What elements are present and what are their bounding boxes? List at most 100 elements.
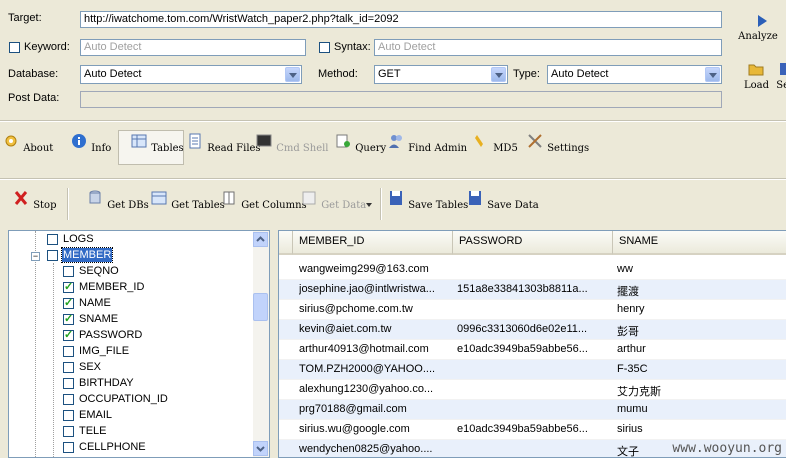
type-select[interactable]: Auto Detect <box>547 65 722 84</box>
tree-item-label: EMAIL <box>79 409 113 421</box>
info-label: Info <box>91 143 112 154</box>
settings-label: Settings <box>547 143 590 154</box>
scroll-up-button[interactable] <box>253 232 268 247</box>
about-button[interactable]: About <box>2 133 53 154</box>
get-tables-label: Get Tables <box>171 200 225 211</box>
table-row[interactable]: alexhung1230@yahoo.co... 艾力克斯 <box>279 380 786 400</box>
tree-item-checkbox[interactable] <box>63 346 74 357</box>
tree-item-checkbox[interactable] <box>63 328 74 342</box>
chevron-down-icon[interactable] <box>491 67 506 82</box>
terminal-icon <box>256 134 272 147</box>
query-button[interactable]: Query <box>334 133 386 154</box>
splitter[interactable] <box>272 230 277 458</box>
tree-item-checkbox[interactable] <box>47 234 58 245</box>
keyword-input[interactable]: Auto Detect <box>80 39 306 56</box>
database-select[interactable]: Auto Detect <box>80 65 302 84</box>
chevron-down-icon[interactable] <box>705 67 720 82</box>
database-label: Database: <box>8 68 59 80</box>
dropdown-arrow-icon[interactable] <box>366 203 372 207</box>
column-header-sname[interactable]: SNAME <box>613 231 786 255</box>
collapse-toggle-icon[interactable]: − <box>31 252 40 261</box>
method-select[interactable]: GET <box>374 65 508 84</box>
table-cell: alexhung1230@yahoo.co... <box>299 383 434 395</box>
table-cell: TOM.PZH2000@YAHOO.... <box>299 363 436 375</box>
analyze-button[interactable]: Analyze <box>738 14 782 42</box>
chevron-up-icon <box>256 236 265 242</box>
syntax-label: Syntax: <box>334 41 371 53</box>
tree-item-checkbox[interactable] <box>63 426 74 437</box>
tree-item-checkbox[interactable] <box>63 312 74 326</box>
info-button[interactable]: Info <box>70 133 111 154</box>
table-icon <box>151 191 167 205</box>
tree-item-checkbox[interactable] <box>63 410 74 421</box>
table-cell: sirius@pchome.com.tw <box>299 303 413 315</box>
tree-item-checkbox[interactable] <box>63 394 74 405</box>
save-tables-button[interactable]: Save Tables <box>387 190 468 211</box>
tree-item-label: MEMBER_ID <box>79 281 145 293</box>
users-icon <box>389 135 402 148</box>
tree-item-label: TELE <box>79 425 107 437</box>
column-header-password[interactable]: PASSWORD <box>453 231 613 255</box>
get-data-label: Get Data <box>321 200 367 211</box>
md5-button[interactable]: MD5 <box>472 133 518 154</box>
tree-item-checkbox[interactable] <box>63 362 74 373</box>
table-cell: henry <box>617 303 645 315</box>
read-files-label: Read Files <box>207 143 261 154</box>
table-cell: 0996c3313060d6e02e11... <box>457 323 588 335</box>
tree-item-label: PASSWORD <box>79 329 143 341</box>
tree-item-checkbox[interactable] <box>63 266 74 277</box>
document-icon <box>189 133 201 149</box>
type-label: Type: <box>513 68 540 80</box>
syntax-checkbox[interactable] <box>319 42 330 53</box>
method-label: Method: <box>318 68 358 80</box>
table-row[interactable]: sirius@pchome.com.tw henry <box>279 300 786 320</box>
find-admin-button[interactable]: Find Admin <box>387 133 467 154</box>
get-columns-button[interactable]: Get Columns <box>220 190 307 211</box>
get-dbs-button[interactable]: Get DBs <box>86 190 149 211</box>
floppy-icon <box>780 63 786 75</box>
table-row[interactable]: TOM.PZH2000@YAHOO.... F-35C <box>279 360 786 380</box>
load-label: Load <box>744 80 770 91</box>
tree-item-checkbox[interactable] <box>47 250 58 261</box>
settings-button[interactable]: Settings <box>526 133 589 154</box>
scroll-down-button[interactable] <box>253 441 268 456</box>
get-tables-button[interactable]: Get Tables <box>150 190 225 211</box>
stop-button[interactable]: Stop <box>12 190 56 211</box>
table-row[interactable]: arthur40913@hotmail.com e10adc3949ba59abb… <box>279 340 786 360</box>
query-label: Query <box>355 143 387 154</box>
cmd-shell-label: Cmd Shell <box>276 143 329 154</box>
tree-item-checkbox[interactable] <box>63 296 74 310</box>
data-grid[interactable]: MEMBER_ID PASSWORD SNAME wangweimg299@16… <box>278 230 786 458</box>
read-files-button[interactable]: Read Files <box>186 133 261 154</box>
column-header-member-id[interactable]: MEMBER_ID <box>293 231 453 255</box>
info-icon <box>72 134 86 148</box>
tree-item-checkbox[interactable] <box>63 378 74 389</box>
save-data-button[interactable]: Save Data <box>466 190 539 211</box>
syntax-input[interactable]: Auto Detect <box>374 39 722 56</box>
load-button[interactable]: Load Se <box>744 62 786 91</box>
columns-icon <box>223 191 235 205</box>
post-data-input[interactable] <box>80 91 722 108</box>
chevron-down-icon[interactable] <box>285 67 300 82</box>
tree-scrollbar[interactable] <box>253 231 269 457</box>
tables-button[interactable]: Tables <box>130 133 184 154</box>
tree-item-checkbox[interactable] <box>63 280 74 294</box>
table-cell: 擺渡 <box>617 286 639 298</box>
table-cell: mumu <box>617 403 648 415</box>
tables-label: Tables <box>151 143 184 154</box>
table-row[interactable]: wangweimg299@163.com ww <box>279 260 786 280</box>
target-input[interactable]: http://iwatchome.tom.com/WristWatch_pape… <box>80 11 722 28</box>
table-row[interactable]: prg70188@gmail.com mumu <box>279 400 786 420</box>
table-cell: ww <box>617 263 633 275</box>
tree-item-checkbox[interactable] <box>63 442 74 453</box>
scroll-thumb[interactable] <box>253 293 268 321</box>
table-row[interactable]: josephine.jao@intlwristwa... 151a8e338413… <box>279 280 786 300</box>
tree-item-label: SEQNO <box>79 265 119 277</box>
table-icon <box>131 134 147 148</box>
table-row[interactable]: kevin@aiet.com.tw 0996c3313060d6e02e11...… <box>279 320 786 340</box>
table-row[interactable]: sirius.wu@google.com e10adc3949ba59abbe56… <box>279 420 786 440</box>
keyword-checkbox[interactable] <box>9 42 20 53</box>
about-label: About <box>23 143 54 154</box>
table-cell: e10adc3949ba59abbe56... <box>457 423 588 435</box>
tree-panel[interactable]: LOGS MEMBER SEQNO MEMBER_ID NAME SNAME PASSWOR… <box>8 230 270 458</box>
